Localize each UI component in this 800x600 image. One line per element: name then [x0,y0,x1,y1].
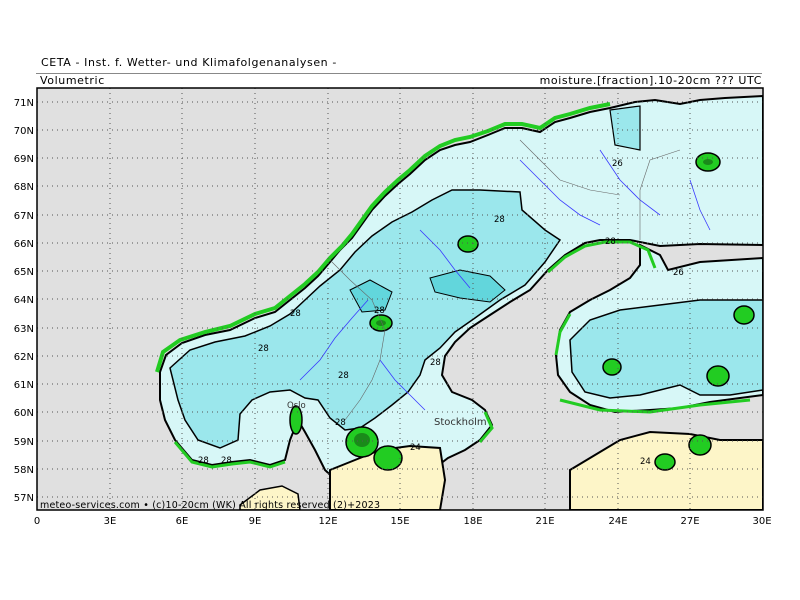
contour-label: 28 [430,358,441,368]
svg-text:12E: 12E [318,516,337,527]
svg-text:3E: 3E [104,516,117,527]
contour-label: 24 [410,443,421,453]
svg-text:64N: 64N [14,295,34,306]
credit-text: meteo-services.com • (c)10-20cm (WK) All… [40,500,381,511]
svg-text:70N: 70N [14,126,34,137]
svg-text:63N: 63N [14,324,34,335]
contour-label: 28 [335,418,346,428]
y-axis: 71N 70N 69N 68N 67N 66N 65N 64N 63N 62N … [14,98,34,504]
contour-label: 28 [290,309,301,319]
svg-text:66N: 66N [14,239,34,250]
svg-text:0: 0 [34,516,40,527]
svg-text:67N: 67N [14,211,34,222]
svg-text:9E: 9E [249,516,262,527]
svg-text:60N: 60N [14,408,34,419]
svg-text:68N: 68N [14,182,34,193]
svg-text:61N: 61N [14,380,34,391]
svg-text:6E: 6E [176,516,189,527]
svg-text:24E: 24E [608,516,627,527]
city-label-oslo: Oslo [287,401,306,411]
svg-text:27E: 27E [680,516,699,527]
svg-text:15E: 15E [390,516,409,527]
svg-text:58N: 58N [14,465,34,476]
contour-label: 28 [258,344,269,354]
svg-text:30E: 30E [752,516,771,527]
svg-text:65N: 65N [14,267,34,278]
moisture-mid-north [609,105,641,151]
svg-text:21E: 21E [535,516,554,527]
contour-label: 28 [338,371,349,381]
contour-label: 28 [494,215,505,225]
x-axis: 0 3E 6E 9E 12E 15E 18E 21E 24E 27E 30E [34,516,772,527]
contour-label: 28 [374,306,385,316]
contour-label: 26 [673,268,684,278]
svg-text:71N: 71N [14,98,34,109]
svg-text:62N: 62N [14,352,34,363]
contour-label: 28 [198,456,209,466]
city-label-stockholm: Stockholm [434,417,487,428]
svg-text:69N: 69N [14,154,34,165]
contour-label: 28 [605,237,616,247]
contour-label: 24 [640,457,651,467]
contour-label: 26 [612,159,623,169]
svg-text:18E: 18E [463,516,482,527]
svg-text:59N: 59N [14,437,34,448]
contour-label: 28 [221,456,232,466]
svg-text:57N: 57N [14,493,34,504]
